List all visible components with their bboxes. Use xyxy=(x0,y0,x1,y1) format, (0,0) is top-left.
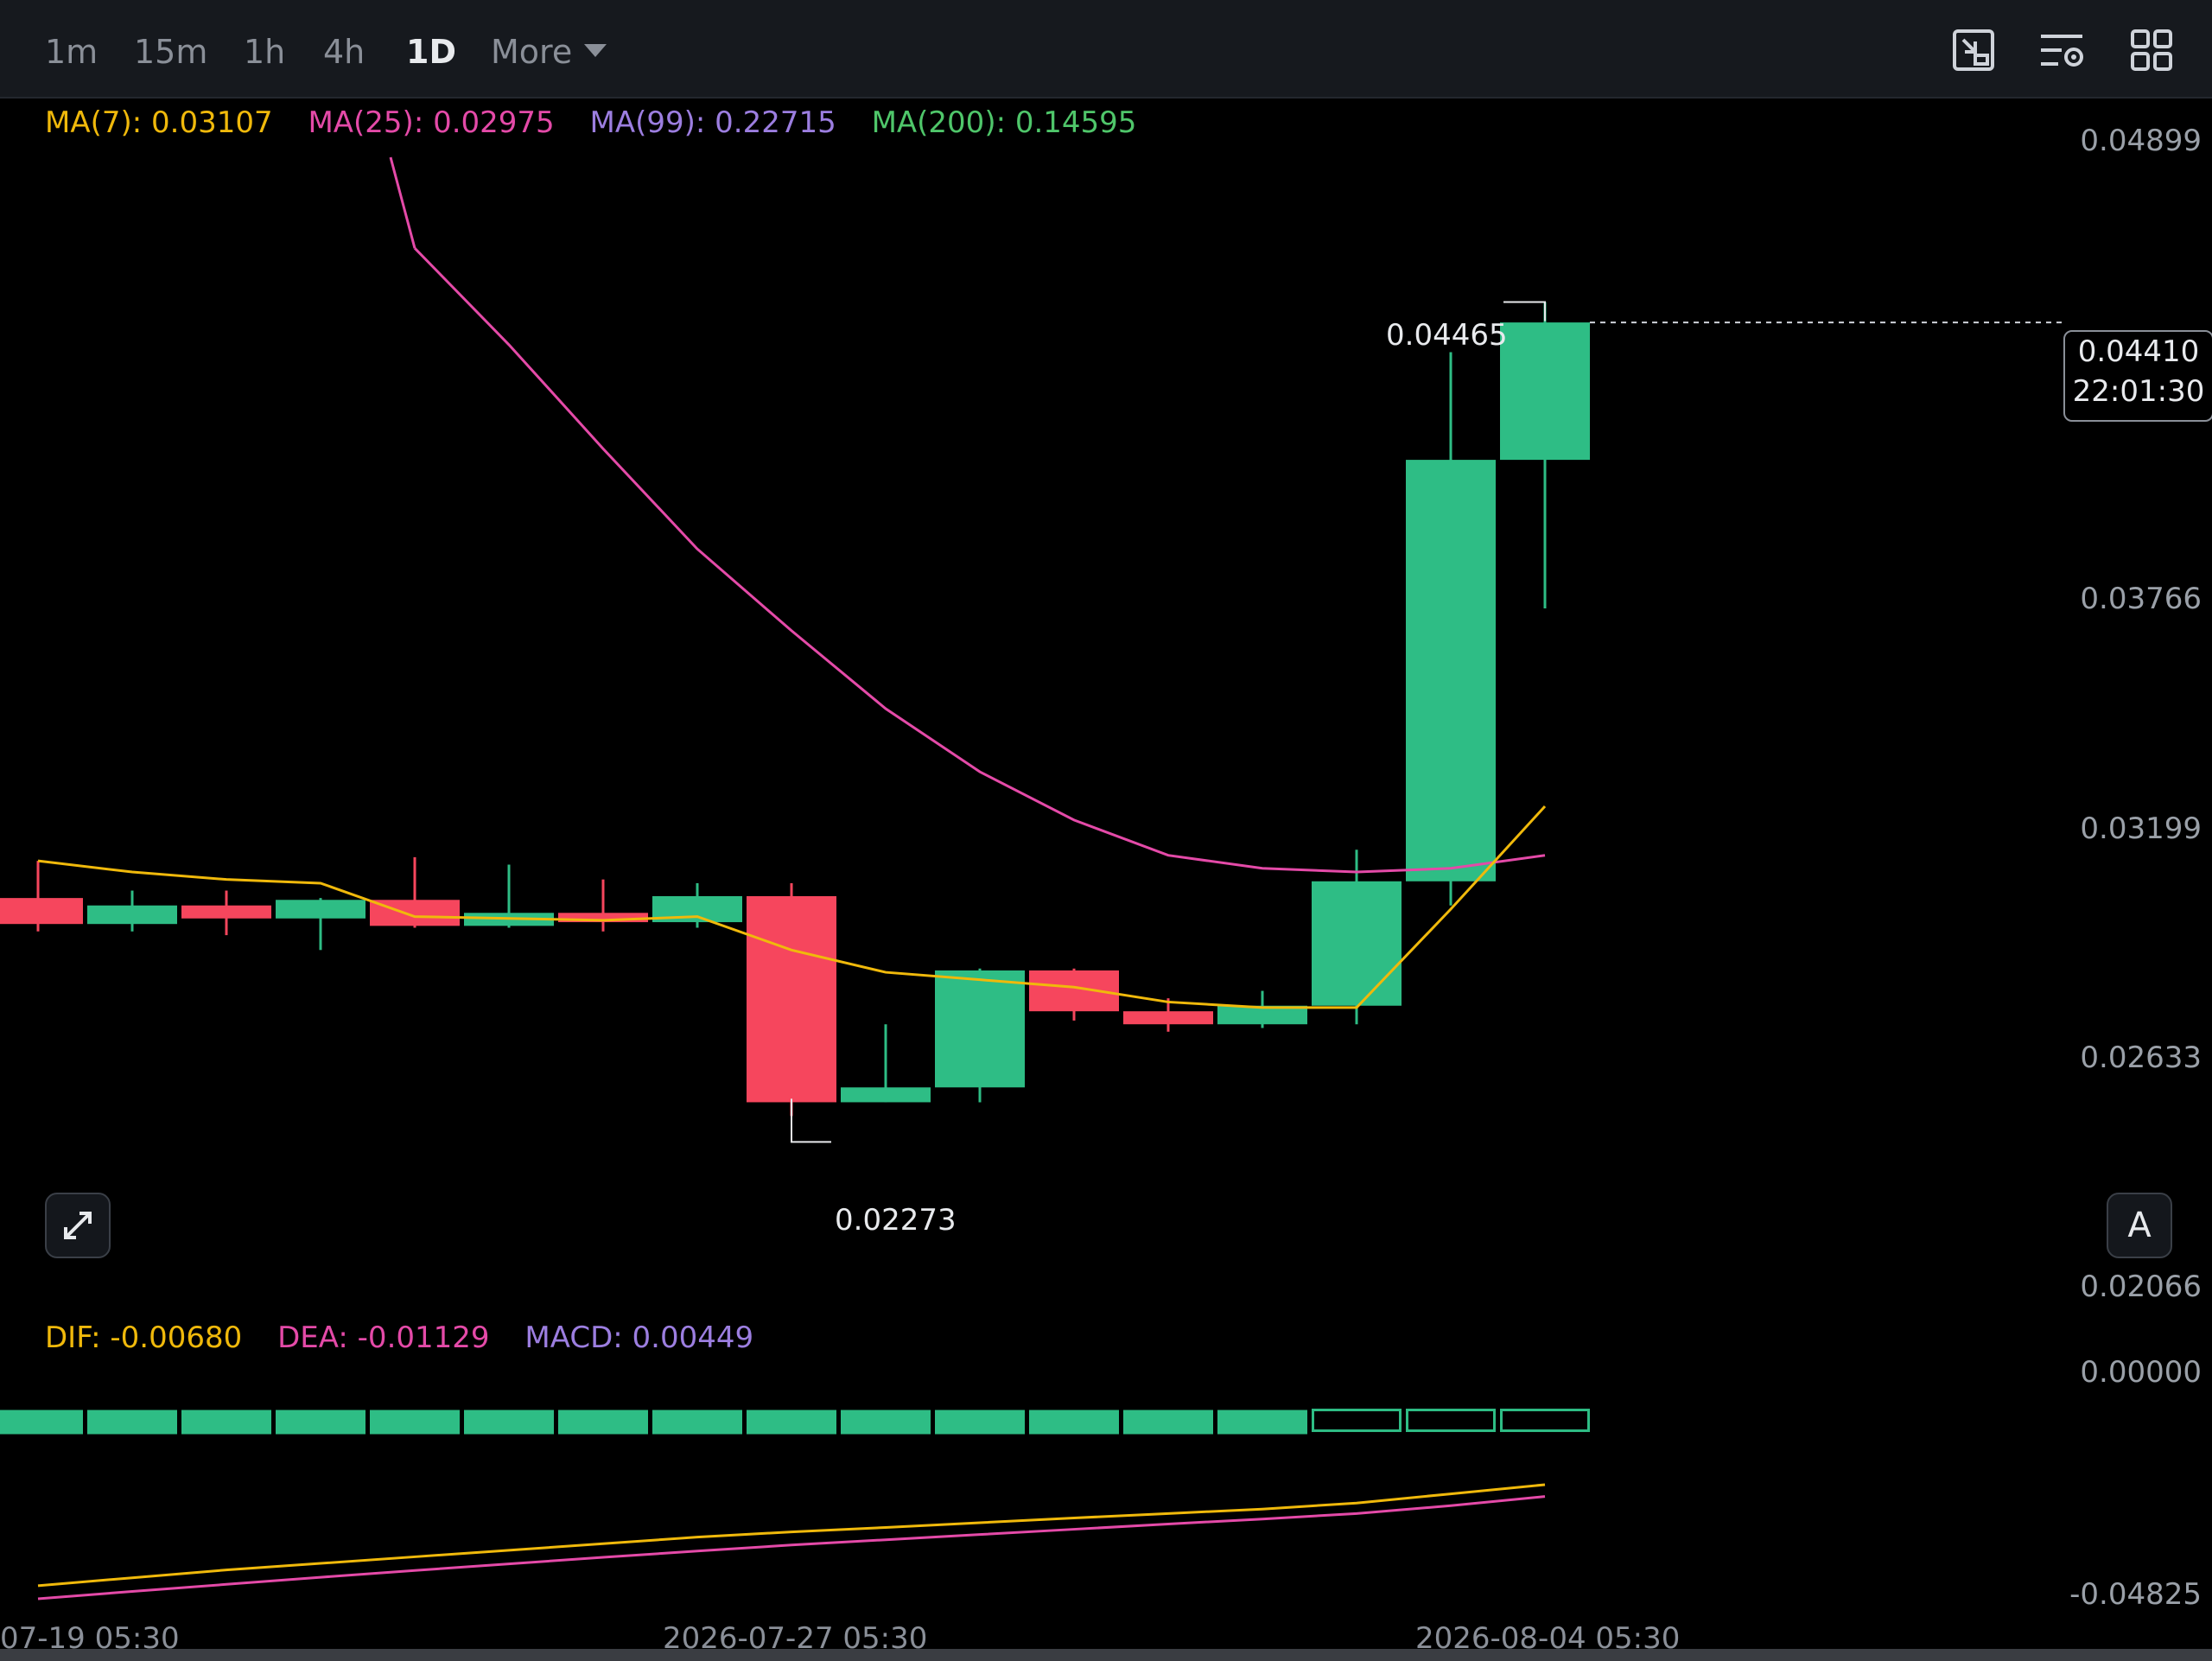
price-axis-tick: 0.04899 xyxy=(2080,124,2202,158)
macd-histogram-bar xyxy=(841,1410,931,1435)
candle-body xyxy=(935,970,1025,1088)
ma200-value: MA(200): 0.14595 xyxy=(871,105,1137,140)
chart-toolbar: 1m 15m 1h 4h 1D More xyxy=(0,0,2212,99)
macd-histogram-bar xyxy=(181,1410,271,1435)
macd-legend: DIF: -0.00680 DEA: -0.01129 MACD: 0.0044… xyxy=(45,1321,779,1355)
high-annotation-leader xyxy=(1503,301,1546,321)
macd-histogram-bar xyxy=(1406,1409,1496,1433)
candle-body xyxy=(370,900,460,926)
timeframe-15m[interactable]: 15m xyxy=(134,26,207,78)
macd-histogram-bar xyxy=(87,1410,177,1435)
macd-histogram-bar xyxy=(276,1410,365,1435)
price-axis-tick: 0.03766 xyxy=(2080,582,2202,616)
ma7-value: MA(7): 0.03107 xyxy=(45,105,273,140)
candle-body xyxy=(1406,460,1496,881)
macd-histogram-bar xyxy=(370,1410,460,1435)
macd-histogram-bar xyxy=(0,1410,83,1435)
macd-value: MACD: 0.00449 xyxy=(524,1321,754,1355)
candlestick-chart[interactable] xyxy=(0,0,2212,1661)
candle-body xyxy=(1500,322,1590,461)
candle-body xyxy=(1123,1011,1213,1025)
candle-body xyxy=(652,895,742,923)
candle-countdown: 22:01:30 xyxy=(2072,374,2205,409)
current-price-tag: 0.04410 22:01:30 xyxy=(2063,330,2212,422)
timeframe-1m[interactable]: 1m xyxy=(45,26,98,78)
candle-body xyxy=(1029,970,1119,1012)
current-price: 0.04410 xyxy=(2077,334,2200,369)
timeframe-1d[interactable]: 1D xyxy=(406,26,456,78)
ma25-line xyxy=(413,247,1546,874)
layout-grid-icon[interactable] xyxy=(2127,26,2176,74)
ma7-line xyxy=(37,805,1547,1009)
candle-body xyxy=(276,900,365,919)
macd-histogram-bar xyxy=(935,1410,1025,1435)
macd-histogram-bar xyxy=(1123,1410,1213,1435)
price-axis-tick: 0.03199 xyxy=(2080,811,2202,846)
macd-histogram-bar xyxy=(1217,1410,1307,1435)
macd-axis-tick: 0.00000 xyxy=(2080,1355,2202,1390)
expand-icon xyxy=(64,1212,92,1239)
macd-histogram-bar xyxy=(747,1410,836,1435)
candle-body xyxy=(0,898,83,925)
dif-line xyxy=(37,1483,1546,1588)
candle-body xyxy=(558,913,648,923)
chart-settings-icon[interactable] xyxy=(2037,26,2086,74)
ma25-line-lead xyxy=(389,156,416,249)
ma25-value: MA(25): 0.02975 xyxy=(308,105,555,140)
candle-body xyxy=(841,1087,931,1103)
macd-histogram-bar xyxy=(1500,1409,1590,1433)
candle-body xyxy=(1217,1005,1307,1025)
ma99-value: MA(99): 0.22715 xyxy=(589,105,836,140)
screenshot-icon[interactable] xyxy=(1949,26,1998,74)
macd-histogram-bar xyxy=(558,1410,648,1435)
dea-line xyxy=(37,1495,1546,1601)
low-price-annotation: 0.02273 xyxy=(835,1203,957,1238)
candle-body xyxy=(1312,881,1402,1006)
auto-scale-button[interactable]: A xyxy=(2107,1193,2172,1258)
macd-histogram-bar xyxy=(1312,1409,1402,1433)
more-label: More xyxy=(491,33,573,71)
price-axis-tick: 0.02633 xyxy=(2080,1041,2202,1075)
macd-histogram-bar xyxy=(464,1410,554,1435)
low-annotation-leader xyxy=(791,1098,831,1143)
caret-down-icon xyxy=(584,44,607,57)
candle-body xyxy=(181,905,271,919)
macd-histogram-bar xyxy=(652,1410,742,1435)
macd-histogram-bar xyxy=(1029,1410,1119,1435)
timeframe-1h[interactable]: 1h xyxy=(244,26,285,78)
dea-value: DEA: -0.01129 xyxy=(277,1321,490,1355)
price-axis-tick: 0.02066 xyxy=(2080,1270,2202,1304)
high-price-annotation: 0.04465 xyxy=(1386,318,1508,353)
timeframe-4h[interactable]: 4h xyxy=(323,26,365,78)
fullscreen-button[interactable] xyxy=(45,1193,111,1258)
scrollbar-track[interactable] xyxy=(0,1649,2212,1661)
macd-axis-tick: -0.04825 xyxy=(2069,1577,2202,1612)
candle-body xyxy=(747,895,836,1103)
candle-body xyxy=(87,905,177,925)
candle-body xyxy=(464,913,554,926)
dif-value: DIF: -0.00680 xyxy=(45,1321,243,1355)
ma-legend: MA(7): 0.03107 MA(25): 0.02975 MA(99): 0… xyxy=(45,105,1162,140)
more-timeframes-dropdown[interactable]: More xyxy=(491,26,607,78)
